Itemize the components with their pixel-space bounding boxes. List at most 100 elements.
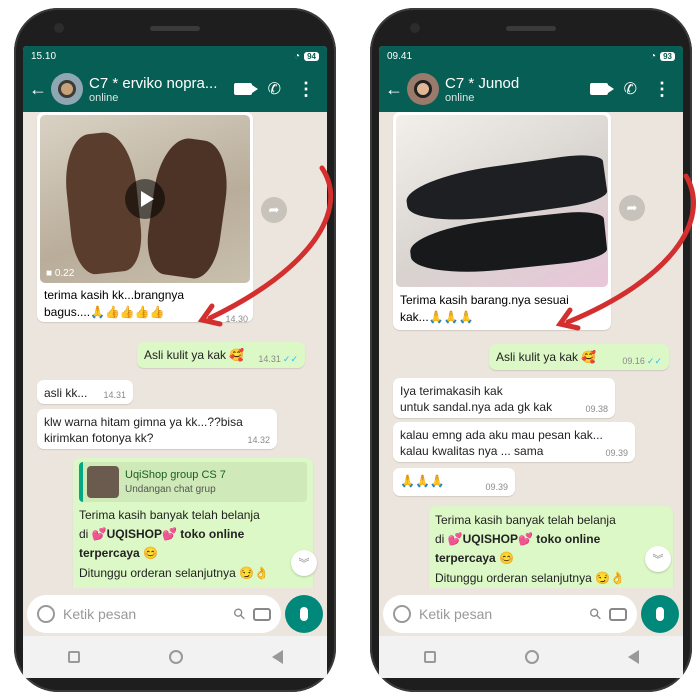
back-nav-icon[interactable] (271, 650, 283, 664)
more-menu-icon[interactable]: ⋮ (297, 80, 315, 98)
emoji-icon[interactable] (37, 605, 55, 623)
outgoing-message: Asli kulit ya kak 🥰 14.31 ✓✓ (137, 342, 305, 368)
input-placeholder: Ketik pesan (419, 606, 493, 622)
promo-line: di 💕UQISHOP💕 toko online (435, 530, 667, 549)
promo-line: terpercaya 😊 (435, 551, 514, 566)
image-message[interactable]: Terima kasih barang.nya sesuai kak...🙏🙏🙏 (393, 112, 611, 330)
wifi-icon: ◔ (650, 50, 657, 62)
camera-icon[interactable] (609, 607, 627, 621)
duration-text: 0.22 (54, 268, 75, 279)
caption: Terima kasih barang.nya sesuai kak...🙏🙏🙏 (396, 287, 608, 327)
video-call-icon[interactable] (233, 83, 258, 95)
recents-icon[interactable] (423, 651, 436, 663)
play-icon[interactable] (125, 179, 165, 219)
contact-name: C7 * erviko nopra... (89, 74, 218, 92)
mic-button[interactable] (285, 595, 323, 633)
message-input[interactable]: Ketik pesan ⚲ (27, 595, 281, 633)
compose-bar: Ketik pesan ⚲ (27, 594, 323, 634)
home-icon[interactable] (524, 650, 539, 664)
mic-button[interactable] (641, 595, 679, 633)
message-line: kirimkan fotonya kk? (44, 431, 154, 446)
promo-text: Terima kasih banyak telah belanja di 💕UQ… (79, 506, 307, 583)
promo-line: terpercaya 😊 (79, 546, 158, 561)
promo-brand: UQISHOP (106, 527, 162, 542)
message-time: 14.30 (225, 313, 248, 324)
message-time: 14.31 (258, 353, 281, 364)
read-ticks-icon: ✓✓ (282, 353, 298, 364)
contact-info[interactable]: C7 * Junod online (445, 75, 590, 104)
promo-line: Ditunggu orderan selanjutnya 😏👌 (435, 570, 625, 585)
forward-icon[interactable]: ➦ (619, 195, 645, 221)
scroll-down-icon[interactable]: ︾ (645, 546, 671, 572)
promo-pre: di 💕 (435, 532, 463, 547)
emoji-icon[interactable] (393, 605, 411, 623)
message-time: 09.39 (485, 481, 508, 492)
avatar-face (58, 80, 76, 98)
more-menu-icon[interactable]: ⋮ (653, 80, 671, 98)
outgoing-promo-message: Terima kasih banyak telah belanja di 💕UQ… (429, 506, 673, 588)
message-line: untuk sandal.nya ada gk kak (400, 400, 553, 415)
phone-call-icon[interactable]: ✆ (268, 79, 281, 99)
promo-line: Ditunggu orderan selanjutnya 😏👌 (79, 565, 269, 580)
nav-bar (379, 636, 683, 678)
battery-icon: 93 (660, 51, 675, 61)
caption-line: terima kasih kk...brangnya (44, 288, 185, 302)
message-text: Asli kulit ya kak 🥰 (144, 348, 245, 362)
input-placeholder: Ketik pesan (63, 606, 137, 622)
home-icon[interactable] (168, 650, 183, 664)
message-text: 🙏🙏🙏 (400, 474, 445, 488)
contact-name: C7 * Junod (445, 74, 520, 92)
quote-title: UqiShop group CS 7 (125, 468, 226, 481)
photo-thumbnail[interactable] (396, 115, 608, 287)
video-message[interactable]: ■ 0.22 terima kasih kk...brangnya bagus.… (37, 112, 253, 324)
speaker (506, 26, 556, 31)
phone-right: 09.41 ◔ 93 ← C7 * Junod online ✆ ⋮ Terim… (370, 8, 692, 692)
phone-call-icon[interactable]: ✆ (624, 79, 637, 99)
message-text: asli kk... (44, 386, 88, 400)
forward-icon[interactable]: ➦ (261, 197, 287, 223)
status-time: 09.41 (387, 50, 413, 62)
camera-icon[interactable] (253, 607, 271, 621)
front-camera (54, 23, 64, 33)
promo-post: 💕 toko online (517, 532, 601, 547)
video-duration: ■ 0.22 (46, 268, 75, 279)
message-line: Iya terimakasih kak (400, 384, 503, 398)
caption-line: bagus....🙏👍👍👍👍 (44, 305, 165, 320)
attach-icon[interactable]: ⚲ (229, 604, 250, 624)
wifi-icon: ◔ (294, 50, 301, 62)
mic-icon (656, 607, 664, 621)
contact-info[interactable]: C7 * erviko nopra... online (89, 75, 234, 104)
avatar[interactable] (407, 73, 439, 105)
incoming-message: Iya terimakasih kak untuk sandal.nya ada… (393, 378, 615, 418)
attach-icon[interactable]: ⚲ (585, 604, 606, 624)
group-invite-quote[interactable]: UqiShop group CS 7 Undangan chat grup (79, 462, 307, 502)
status-bar: 09.41 ◔ 93 (379, 46, 683, 66)
message-time: 09.16 (622, 355, 645, 366)
back-nav-icon[interactable] (627, 650, 639, 664)
message-line: kalau emng ada aku mau pesan kak... (400, 428, 603, 442)
outgoing-promo-message: UqiShop group CS 7 Undangan chat grup Te… (73, 458, 313, 588)
message-input[interactable]: Ketik pesan ⚲ (383, 595, 637, 633)
recents-icon[interactable] (67, 651, 80, 663)
contact-status: online (89, 91, 119, 104)
video-call-icon[interactable] (589, 83, 614, 95)
video-thumbnail[interactable]: ■ 0.22 (40, 115, 250, 283)
back-arrow-icon[interactable]: ← (385, 79, 403, 100)
back-arrow-icon[interactable]: ← (29, 79, 47, 100)
status-bar: 15.10 ◔ 94 (23, 46, 327, 66)
message-line: klw warna hitam gimna ya kk...??bisa (44, 415, 243, 429)
caption-line: kak...🙏🙏🙏 (400, 310, 474, 325)
compose-bar: Ketik pesan ⚲ (383, 594, 679, 634)
message-time: 14.32 (247, 434, 270, 445)
caption: terima kasih kk...brangnya bagus....🙏👍👍👍… (40, 283, 250, 324)
message-line: kalau kwalitas nya ... sama (400, 444, 544, 459)
scroll-down-icon[interactable]: ︾ (291, 550, 317, 576)
group-thumbnail (87, 466, 119, 498)
screen: 15.10 ◔ 94 ← C7 * erviko nopra... online … (23, 46, 327, 678)
avatar[interactable] (51, 73, 83, 105)
read-ticks-icon: ✓✓ (646, 355, 662, 366)
incoming-message: klw warna hitam gimna ya kk...??bisa kir… (37, 409, 277, 449)
shoe-image (407, 208, 608, 280)
promo-line: Terima kasih banyak telah belanja (79, 508, 260, 522)
message-time: 14.31 (103, 389, 126, 400)
